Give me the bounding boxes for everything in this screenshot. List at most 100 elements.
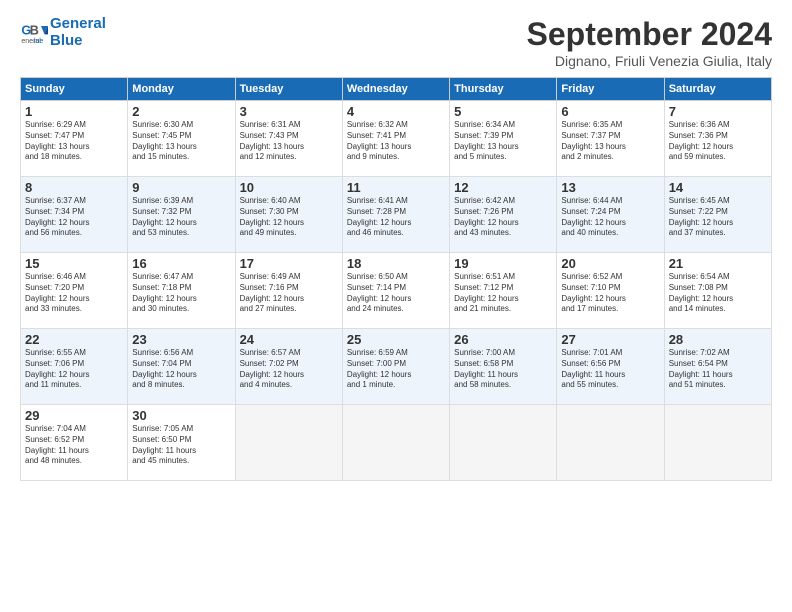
calendar-cell: 27Sunrise: 7:01 AM Sunset: 6:56 PM Dayli…: [557, 329, 664, 405]
day-number: 26: [454, 332, 552, 347]
day-number: 19: [454, 256, 552, 271]
logo: G B eneral lue General Blue: [20, 16, 106, 49]
day-number: 6: [561, 104, 659, 119]
col-tuesday: Tuesday: [235, 78, 342, 101]
day-info: Sunrise: 6:41 AM Sunset: 7:28 PM Dayligh…: [347, 196, 445, 239]
day-info: Sunrise: 6:56 AM Sunset: 7:04 PM Dayligh…: [132, 348, 230, 391]
day-info: Sunrise: 6:42 AM Sunset: 7:26 PM Dayligh…: [454, 196, 552, 239]
day-info: Sunrise: 6:55 AM Sunset: 7:06 PM Dayligh…: [25, 348, 123, 391]
day-number: 23: [132, 332, 230, 347]
col-saturday: Saturday: [664, 78, 771, 101]
month-title: September 2024: [527, 16, 772, 53]
title-block: September 2024 Dignano, Friuli Venezia G…: [527, 16, 772, 69]
day-info: Sunrise: 6:29 AM Sunset: 7:47 PM Dayligh…: [25, 120, 123, 163]
day-number: 13: [561, 180, 659, 195]
calendar-cell: [664, 405, 771, 481]
calendar-cell: 2Sunrise: 6:30 AM Sunset: 7:45 PM Daylig…: [128, 101, 235, 177]
calendar-table: Sunday Monday Tuesday Wednesday Thursday…: [20, 77, 772, 481]
day-number: 4: [347, 104, 445, 119]
day-info: Sunrise: 6:36 AM Sunset: 7:36 PM Dayligh…: [669, 120, 767, 163]
svg-text:lue: lue: [34, 37, 43, 44]
day-info: Sunrise: 7:04 AM Sunset: 6:52 PM Dayligh…: [25, 424, 123, 467]
calendar-cell: 5Sunrise: 6:34 AM Sunset: 7:39 PM Daylig…: [450, 101, 557, 177]
day-number: 21: [669, 256, 767, 271]
day-info: Sunrise: 6:35 AM Sunset: 7:37 PM Dayligh…: [561, 120, 659, 163]
calendar-cell: 25Sunrise: 6:59 AM Sunset: 7:00 PM Dayli…: [342, 329, 449, 405]
day-info: Sunrise: 6:59 AM Sunset: 7:00 PM Dayligh…: [347, 348, 445, 391]
day-info: Sunrise: 6:32 AM Sunset: 7:41 PM Dayligh…: [347, 120, 445, 163]
calendar-week-2: 8Sunrise: 6:37 AM Sunset: 7:34 PM Daylig…: [21, 177, 772, 253]
day-number: 7: [669, 104, 767, 119]
day-number: 12: [454, 180, 552, 195]
calendar-cell: [342, 405, 449, 481]
day-number: 11: [347, 180, 445, 195]
location-title: Dignano, Friuli Venezia Giulia, Italy: [527, 53, 772, 69]
calendar-cell: 6Sunrise: 6:35 AM Sunset: 7:37 PM Daylig…: [557, 101, 664, 177]
logo-line2: Blue: [50, 33, 106, 50]
calendar-cell: 12Sunrise: 6:42 AM Sunset: 7:26 PM Dayli…: [450, 177, 557, 253]
calendar-cell: 8Sunrise: 6:37 AM Sunset: 7:34 PM Daylig…: [21, 177, 128, 253]
calendar-cell: 21Sunrise: 6:54 AM Sunset: 7:08 PM Dayli…: [664, 253, 771, 329]
calendar-cell: 11Sunrise: 6:41 AM Sunset: 7:28 PM Dayli…: [342, 177, 449, 253]
col-thursday: Thursday: [450, 78, 557, 101]
day-info: Sunrise: 6:39 AM Sunset: 7:32 PM Dayligh…: [132, 196, 230, 239]
calendar-cell: 1Sunrise: 6:29 AM Sunset: 7:47 PM Daylig…: [21, 101, 128, 177]
day-info: Sunrise: 6:46 AM Sunset: 7:20 PM Dayligh…: [25, 272, 123, 315]
calendar-cell: 14Sunrise: 6:45 AM Sunset: 7:22 PM Dayli…: [664, 177, 771, 253]
day-info: Sunrise: 6:52 AM Sunset: 7:10 PM Dayligh…: [561, 272, 659, 315]
day-number: 18: [347, 256, 445, 271]
calendar-cell: [235, 405, 342, 481]
day-info: Sunrise: 6:34 AM Sunset: 7:39 PM Dayligh…: [454, 120, 552, 163]
day-info: Sunrise: 6:44 AM Sunset: 7:24 PM Dayligh…: [561, 196, 659, 239]
page: G B eneral lue General Blue September 20…: [0, 0, 792, 612]
day-info: Sunrise: 6:31 AM Sunset: 7:43 PM Dayligh…: [240, 120, 338, 163]
day-info: Sunrise: 7:01 AM Sunset: 6:56 PM Dayligh…: [561, 348, 659, 391]
day-number: 25: [347, 332, 445, 347]
day-number: 8: [25, 180, 123, 195]
calendar-cell: 17Sunrise: 6:49 AM Sunset: 7:16 PM Dayli…: [235, 253, 342, 329]
calendar-cell: [557, 405, 664, 481]
day-number: 2: [132, 104, 230, 119]
day-info: Sunrise: 6:40 AM Sunset: 7:30 PM Dayligh…: [240, 196, 338, 239]
col-sunday: Sunday: [21, 78, 128, 101]
day-info: Sunrise: 6:30 AM Sunset: 7:45 PM Dayligh…: [132, 120, 230, 163]
day-number: 15: [25, 256, 123, 271]
day-number: 10: [240, 180, 338, 195]
day-info: Sunrise: 6:51 AM Sunset: 7:12 PM Dayligh…: [454, 272, 552, 315]
day-number: 1: [25, 104, 123, 119]
day-number: 20: [561, 256, 659, 271]
calendar-cell: 30Sunrise: 7:05 AM Sunset: 6:50 PM Dayli…: [128, 405, 235, 481]
calendar-cell: 26Sunrise: 7:00 AM Sunset: 6:58 PM Dayli…: [450, 329, 557, 405]
calendar-cell: 13Sunrise: 6:44 AM Sunset: 7:24 PM Dayli…: [557, 177, 664, 253]
day-info: Sunrise: 7:05 AM Sunset: 6:50 PM Dayligh…: [132, 424, 230, 467]
day-number: 22: [25, 332, 123, 347]
day-number: 30: [132, 408, 230, 423]
calendar-cell: 19Sunrise: 6:51 AM Sunset: 7:12 PM Dayli…: [450, 253, 557, 329]
logo-icon: G B eneral lue: [20, 19, 48, 47]
day-number: 29: [25, 408, 123, 423]
calendar-week-1: 1Sunrise: 6:29 AM Sunset: 7:47 PM Daylig…: [21, 101, 772, 177]
calendar-cell: 28Sunrise: 7:02 AM Sunset: 6:54 PM Dayli…: [664, 329, 771, 405]
header: G B eneral lue General Blue September 20…: [20, 16, 772, 69]
day-info: Sunrise: 6:49 AM Sunset: 7:16 PM Dayligh…: [240, 272, 338, 315]
calendar-cell: [450, 405, 557, 481]
calendar-cell: 10Sunrise: 6:40 AM Sunset: 7:30 PM Dayli…: [235, 177, 342, 253]
day-info: Sunrise: 6:45 AM Sunset: 7:22 PM Dayligh…: [669, 196, 767, 239]
day-number: 9: [132, 180, 230, 195]
calendar-week-4: 22Sunrise: 6:55 AM Sunset: 7:06 PM Dayli…: [21, 329, 772, 405]
col-wednesday: Wednesday: [342, 78, 449, 101]
calendar-cell: 29Sunrise: 7:04 AM Sunset: 6:52 PM Dayli…: [21, 405, 128, 481]
day-number: 3: [240, 104, 338, 119]
day-number: 24: [240, 332, 338, 347]
day-number: 5: [454, 104, 552, 119]
header-row: Sunday Monday Tuesday Wednesday Thursday…: [21, 78, 772, 101]
calendar-cell: 20Sunrise: 6:52 AM Sunset: 7:10 PM Dayli…: [557, 253, 664, 329]
svg-text:B: B: [30, 23, 39, 37]
calendar-cell: 3Sunrise: 6:31 AM Sunset: 7:43 PM Daylig…: [235, 101, 342, 177]
col-friday: Friday: [557, 78, 664, 101]
calendar-cell: 4Sunrise: 6:32 AM Sunset: 7:41 PM Daylig…: [342, 101, 449, 177]
calendar-cell: 24Sunrise: 6:57 AM Sunset: 7:02 PM Dayli…: [235, 329, 342, 405]
day-info: Sunrise: 6:37 AM Sunset: 7:34 PM Dayligh…: [25, 196, 123, 239]
day-info: Sunrise: 6:54 AM Sunset: 7:08 PM Dayligh…: [669, 272, 767, 315]
calendar-cell: 9Sunrise: 6:39 AM Sunset: 7:32 PM Daylig…: [128, 177, 235, 253]
